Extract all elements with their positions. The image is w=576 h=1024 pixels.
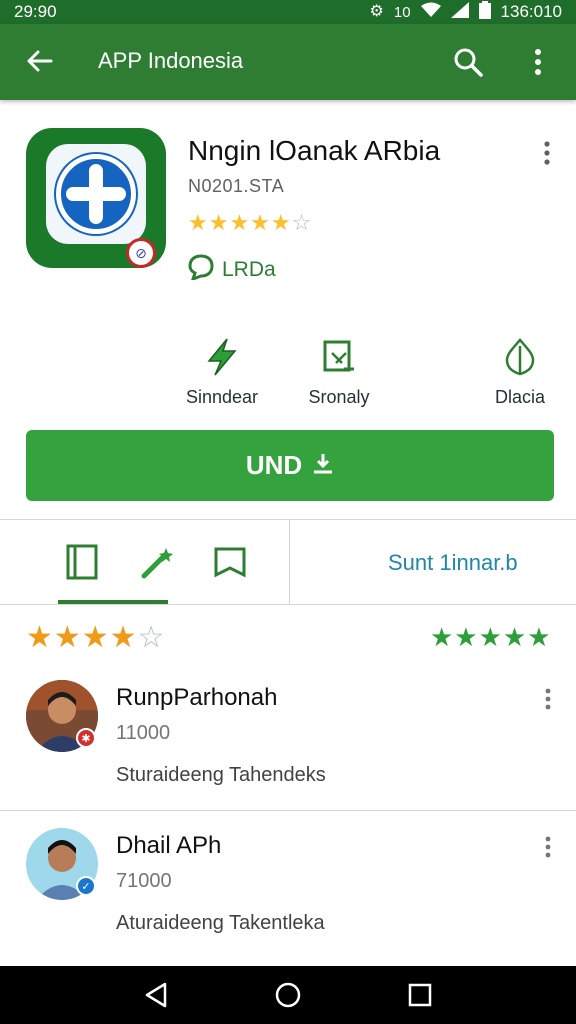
app-name: Nngin lOanak ARbia: [188, 135, 441, 166]
status-time: 29:90: [14, 2, 57, 21]
feature-label: Dlacia: [494, 387, 546, 407]
app-rating-stars: ★★★★★☆: [188, 210, 313, 235]
tab-link-text[interactable]: Sunt 1innar.b: [388, 550, 518, 576]
review-more-icon[interactable]: [538, 684, 558, 714]
feature-item-3[interactable]: Dlacia: [460, 335, 576, 408]
chat-bubble-icon: [188, 254, 214, 286]
avatar-badge: ✱: [76, 728, 96, 748]
app-more-icon[interactable]: [536, 138, 558, 168]
notification-icon: ⚙: [369, 3, 384, 20]
app-bar: APP Indonesia: [0, 24, 576, 100]
bookmark-tab-icon[interactable]: [208, 540, 252, 584]
status-icons: ⚙ 10 136:010: [369, 0, 562, 24]
magic-wand-tab-icon[interactable]: [136, 540, 180, 584]
signal-icon: [450, 1, 469, 23]
divider: [0, 810, 576, 811]
feature-item-1[interactable]: Sinndear: [162, 335, 282, 408]
app-bar-title: APP Indonesia: [98, 48, 244, 73]
edit-note-icon: [279, 335, 399, 379]
app-icon: ⊘: [26, 128, 166, 268]
rating-stars-right: ★★★★★: [430, 622, 552, 652]
app-developer[interactable]: N0201.STA: [188, 176, 284, 197]
status-bar: 29:90 ⚙ 10 136:010: [0, 0, 576, 24]
app-icon-circle: [56, 154, 136, 234]
review-count: 11000: [116, 722, 171, 744]
app-tag: LRDa: [188, 254, 276, 286]
review-text: Aturaideeng Takentleka: [116, 912, 325, 934]
divider: [0, 519, 576, 520]
feature-label: Sinndear: [185, 387, 259, 407]
leaf-icon: [460, 335, 576, 379]
wifi-icon: [420, 2, 441, 23]
tabs-divider: [289, 520, 290, 604]
divider: [0, 604, 576, 605]
bolt-icon: [162, 335, 282, 379]
review-text: Sturaideeng Tahendeks: [116, 764, 326, 786]
rating-stars-left: ★★★★☆: [26, 621, 166, 654]
download-icon: [312, 450, 334, 481]
review-count: 71000: [116, 870, 172, 892]
status-clock: 136:010: [500, 2, 562, 21]
reviewer-name: RunpParhonah: [116, 684, 278, 711]
search-icon[interactable]: [450, 44, 486, 80]
back-nav-icon[interactable]: [136, 975, 176, 1015]
app-tag-label: LRDa: [222, 258, 276, 281]
install-label: UND: [245, 450, 303, 480]
feature-item-2[interactable]: Sronaly: [279, 335, 399, 408]
feature-label: Sronaly: [308, 387, 370, 407]
home-nav-icon[interactable]: [268, 975, 308, 1015]
system-nav-bar: [0, 966, 576, 1024]
recents-nav-icon[interactable]: [400, 975, 440, 1015]
battery-icon: [478, 0, 491, 24]
avatar-badge: ✓: [76, 876, 96, 896]
install-button[interactable]: UND: [26, 430, 554, 501]
status-extra: 10: [393, 3, 411, 21]
review-more-icon[interactable]: [538, 832, 558, 862]
back-arrow-icon[interactable]: [22, 44, 56, 78]
book-tab-icon[interactable]: [60, 540, 104, 584]
overflow-menu-icon[interactable]: [524, 44, 552, 80]
app-icon-badge: ⊘: [126, 238, 156, 268]
play-store-screen: 29:90 ⚙ 10 136:010 APP Indonesia ⊘ Nngin…: [0, 0, 576, 1024]
reviewer-name: Dhail APh: [116, 832, 222, 859]
